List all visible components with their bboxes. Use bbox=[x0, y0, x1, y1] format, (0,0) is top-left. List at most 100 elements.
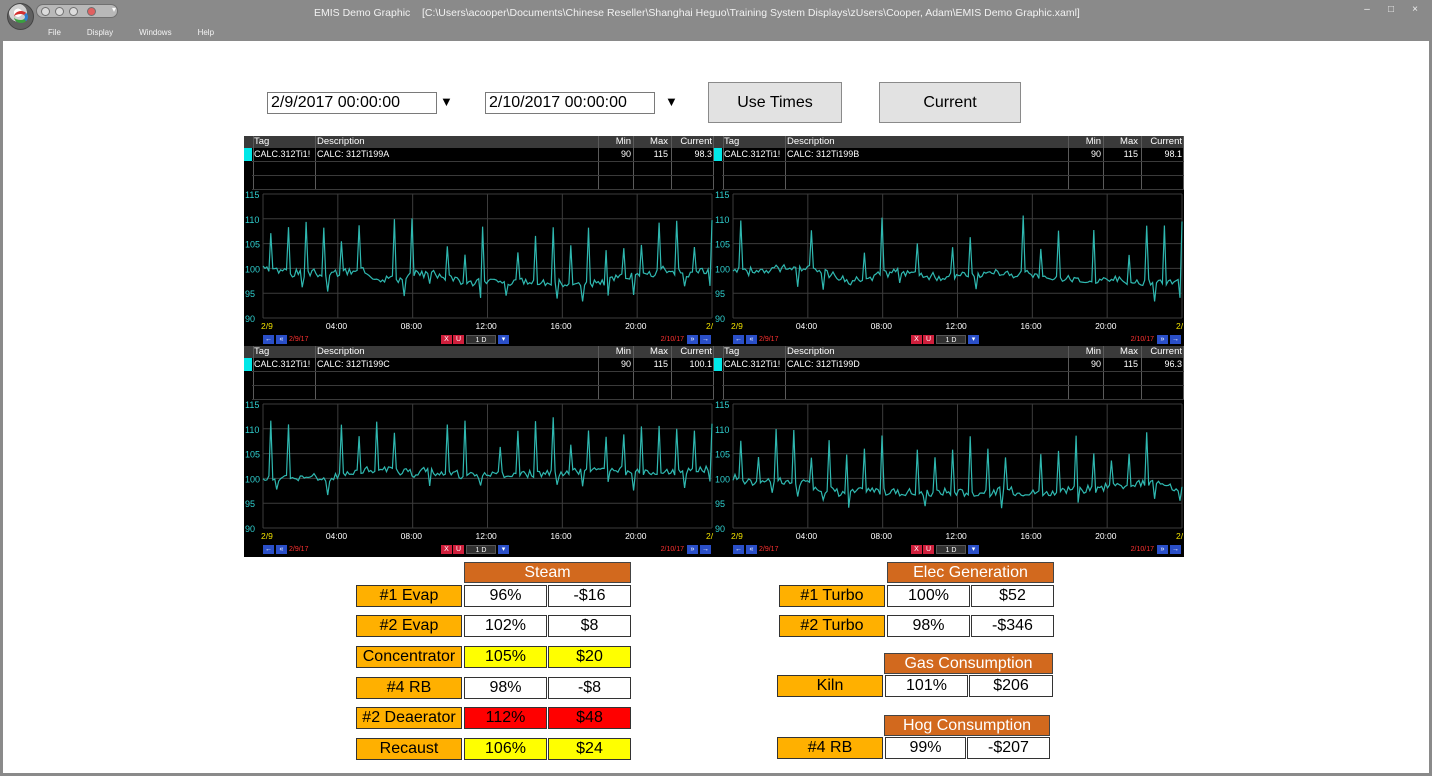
trend-grid: Tag Description Min Max Current CALC.312Ti1! C… bbox=[244, 136, 714, 190]
gas-row-cost: $206 bbox=[969, 675, 1053, 697]
end-time-dropdown-icon[interactable]: ▼ bbox=[665, 94, 678, 109]
trend-panel-d[interactable]: Tag Description Min Max Current CALC.312Ti1! C… bbox=[714, 346, 1184, 557]
y-tick-label: 105 bbox=[245, 240, 260, 250]
forward-icon[interactable] bbox=[55, 7, 64, 16]
scroll-back-icon[interactable]: ← bbox=[733, 335, 744, 344]
grid-column-divider bbox=[253, 136, 254, 190]
trend-panel-c[interactable]: Tag Description Min Max Current CALC.312Ti1! C… bbox=[244, 346, 714, 557]
menu-file[interactable]: File bbox=[48, 28, 61, 37]
range-dropdown-icon[interactable]: ▾ bbox=[498, 545, 509, 554]
u-button[interactable]: U bbox=[453, 545, 464, 554]
tag-cell: CALC.312Ti1! bbox=[254, 359, 311, 369]
page-back-icon[interactable]: « bbox=[746, 545, 757, 554]
grid-column-divider bbox=[1068, 136, 1069, 190]
scroll-forward-icon[interactable]: → bbox=[1170, 335, 1181, 344]
u-button[interactable]: U bbox=[923, 335, 934, 344]
qat-dropdown-icon[interactable]: ▾ bbox=[112, 5, 116, 14]
page-back-icon[interactable]: « bbox=[276, 545, 287, 554]
scroll-back-icon[interactable]: ← bbox=[263, 545, 274, 554]
description-col-header: Description bbox=[317, 136, 365, 147]
trend-chart[interactable]: 115 110 105 100 95 90 2/9 04:00 08:00 12:00 16:00 2… bbox=[244, 191, 714, 334]
grid-row-divider bbox=[722, 371, 1184, 372]
trend-plot[interactable]: 115 110 105 100 95 90 2/9 04:00 08:00 12:00 16:00 2… bbox=[244, 401, 714, 541]
current-button[interactable]: Current bbox=[879, 82, 1021, 123]
x-tick-label: 12:00 bbox=[946, 531, 968, 541]
x-tick-label: 12:00 bbox=[476, 531, 498, 541]
x-button[interactable]: X bbox=[911, 335, 922, 344]
use-times-button[interactable]: Use Times bbox=[708, 82, 842, 123]
y-tick-label: 110 bbox=[245, 215, 259, 225]
grid-row-divider bbox=[252, 175, 714, 176]
x-button[interactable]: X bbox=[441, 335, 452, 344]
grid-column-divider bbox=[1103, 346, 1104, 400]
menu-help[interactable]: Help bbox=[198, 28, 214, 37]
u-button[interactable]: U bbox=[923, 545, 934, 554]
title-bar: ▾ EMIS Demo Graphic [C:\Users\acooper\Do… bbox=[0, 0, 1432, 41]
trend-navigation-bar: ← «2/9/17 X U 1 D ▾ 2/10/17» → bbox=[244, 334, 714, 346]
max-cell: 115 bbox=[1123, 149, 1138, 159]
trend-navigation-bar: ← «2/9/17 X U 1 D ▾ 2/10/17» → bbox=[714, 334, 1184, 346]
range-selector[interactable]: 1 D bbox=[466, 545, 496, 554]
menu-display[interactable]: Display bbox=[87, 28, 113, 37]
trend-panel-a[interactable]: Tag Description Min Max Current CALC.312Ti1! C… bbox=[244, 136, 714, 347]
y-tick-label: 105 bbox=[715, 450, 730, 460]
nav-end-date: 2/10/17 bbox=[1130, 336, 1154, 343]
current-cell: 100.1 bbox=[689, 359, 712, 369]
nav-end-date: 2/10/17 bbox=[660, 336, 684, 343]
stop-icon[interactable] bbox=[87, 7, 96, 16]
scroll-forward-icon[interactable]: → bbox=[700, 335, 711, 344]
elec-row-1-cost: $52 bbox=[971, 585, 1054, 607]
trend-chart[interactable]: 115 110 105 100 95 90 2/9 04:00 08:00 12:00 16:00 2… bbox=[714, 401, 1184, 544]
start-time-dropdown-icon[interactable]: ▼ bbox=[440, 94, 453, 109]
end-time-field[interactable]: 2/10/2017 00:00:00 bbox=[485, 92, 655, 114]
grid-row-divider bbox=[722, 161, 1184, 162]
menu-windows[interactable]: Windows bbox=[139, 28, 171, 37]
min-col-header: Min bbox=[1085, 136, 1101, 147]
page-forward-icon[interactable]: » bbox=[687, 335, 698, 344]
page-forward-icon[interactable]: » bbox=[1157, 545, 1168, 554]
range-dropdown-icon[interactable]: ▾ bbox=[968, 545, 979, 554]
maximize-icon[interactable]: □ bbox=[1384, 4, 1398, 15]
range-dropdown-icon[interactable]: ▾ bbox=[498, 335, 509, 344]
x-tick-label: 2/ bbox=[706, 531, 714, 541]
scroll-back-icon[interactable]: ← bbox=[733, 545, 744, 554]
page-back-icon[interactable]: « bbox=[276, 335, 287, 344]
trend-plot[interactable]: 115 110 105 100 95 90 2/9 04:00 08:00 12:00 16:00 2… bbox=[244, 191, 714, 331]
start-time-field[interactable]: 2/9/2017 00:00:00 bbox=[267, 92, 437, 114]
menu-bar: File Display Windows Help bbox=[48, 28, 240, 37]
y-tick-label: 95 bbox=[715, 289, 725, 299]
steam-row-pct: 96% bbox=[464, 585, 547, 607]
minimize-icon[interactable]: – bbox=[1360, 4, 1374, 15]
scroll-forward-icon[interactable]: → bbox=[700, 545, 711, 554]
refresh-icon[interactable] bbox=[69, 7, 78, 16]
back-icon[interactable] bbox=[41, 7, 50, 16]
grid-column-divider bbox=[1068, 346, 1069, 400]
range-selector[interactable]: 1 D bbox=[466, 335, 496, 344]
range-dropdown-icon[interactable]: ▾ bbox=[968, 335, 979, 344]
trend-plot[interactable]: 115 110 105 100 95 90 2/9 04:00 08:00 12:00 16:00 2… bbox=[714, 191, 1184, 331]
trend-navigation-bar: ← «2/9/17 X U 1 D ▾ 2/10/17» → bbox=[714, 544, 1184, 556]
trend-chart[interactable]: 115 110 105 100 95 90 2/9 04:00 08:00 12:00 16:00 2… bbox=[714, 191, 1184, 334]
gas-row-pct: 101% bbox=[885, 675, 968, 697]
trend-chart[interactable]: 115 110 105 100 95 90 2/9 04:00 08:00 12:00 16:00 2… bbox=[244, 401, 714, 544]
x-button[interactable]: X bbox=[441, 545, 452, 554]
page-forward-icon[interactable]: » bbox=[1157, 335, 1168, 344]
window-frame-left bbox=[0, 41, 3, 776]
scroll-forward-icon[interactable]: → bbox=[1170, 545, 1181, 554]
trend-panel-b[interactable]: Tag Description Min Max Current CALC.312Ti1! C… bbox=[714, 136, 1184, 347]
page-forward-icon[interactable]: » bbox=[687, 545, 698, 554]
page-back-icon[interactable]: « bbox=[746, 335, 757, 344]
range-selector[interactable]: 1 D bbox=[936, 335, 966, 344]
range-selector[interactable]: 1 D bbox=[936, 545, 966, 554]
close-icon[interactable]: × bbox=[1408, 4, 1422, 15]
grid-row-divider bbox=[252, 189, 714, 190]
x-tick-label: 04:00 bbox=[326, 531, 348, 541]
trend-plot[interactable]: 115 110 105 100 95 90 2/9 04:00 08:00 12:00 16:00 2… bbox=[714, 401, 1184, 541]
scroll-back-icon[interactable]: ← bbox=[263, 335, 274, 344]
y-tick-label: 110 bbox=[715, 425, 729, 435]
x-button[interactable]: X bbox=[911, 545, 922, 554]
y-tick-label: 95 bbox=[245, 289, 255, 299]
x-tick-label: 16:00 bbox=[550, 531, 572, 541]
app-menu-icon[interactable] bbox=[7, 3, 34, 30]
u-button[interactable]: U bbox=[453, 335, 464, 344]
